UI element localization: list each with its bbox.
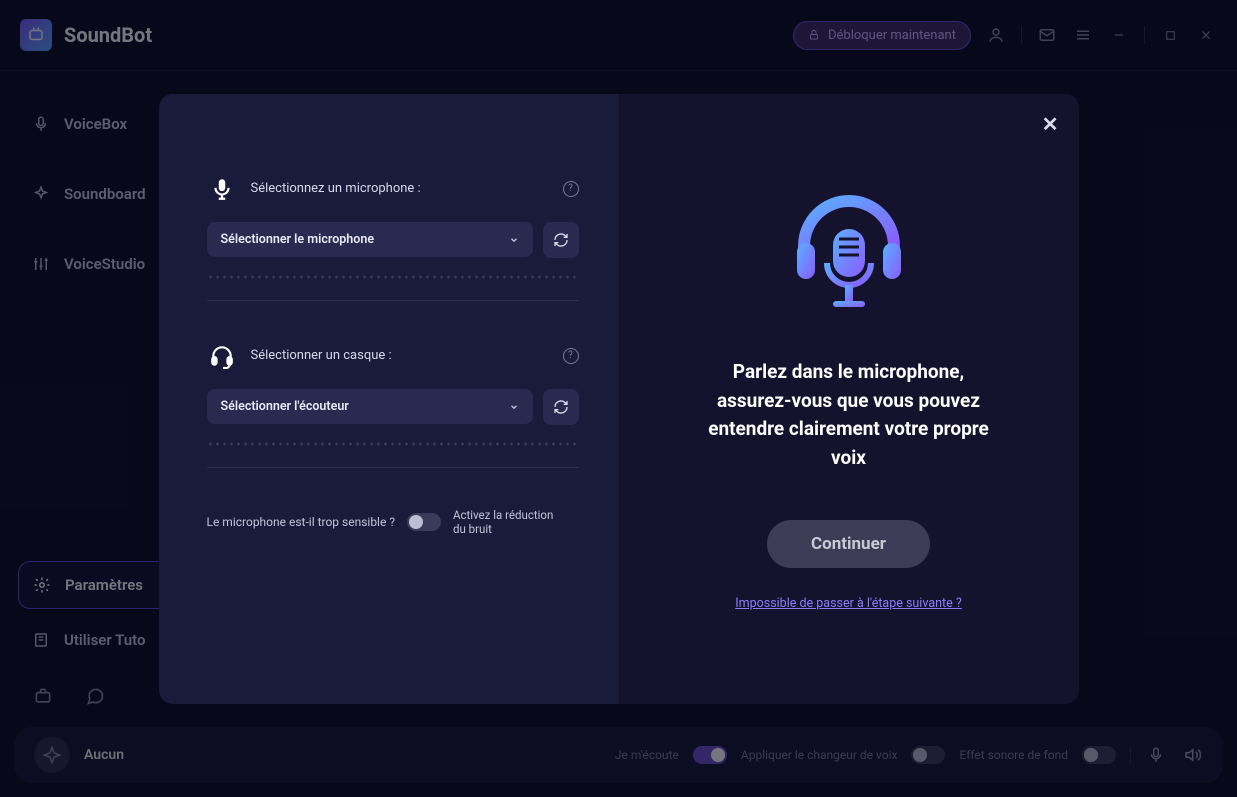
modal-right-pane: Parlez dans le microphone, assurez-vous …	[619, 94, 1079, 704]
sensitivity-question: Le microphone est-il trop sensible ?	[207, 515, 395, 529]
microphone-level-meter	[207, 274, 579, 280]
sensitivity-row: Le microphone est-il trop sensible ? Act…	[207, 508, 579, 538]
continue-button[interactable]: Continuer	[767, 520, 930, 568]
microphone-select[interactable]: Sélectionner le microphone	[207, 222, 533, 257]
close-button[interactable]: ✕	[1042, 112, 1059, 136]
headset-icon	[207, 341, 237, 371]
noise-reduction-toggle[interactable]	[407, 513, 441, 531]
microphone-select-value: Sélectionner le microphone	[221, 232, 375, 247]
help-icon[interactable]: ?	[563, 181, 579, 197]
chevron-down-icon	[509, 235, 519, 245]
refresh-headset-button[interactable]	[543, 389, 579, 425]
headset-section-label: Sélectionner un casque :	[251, 348, 392, 363]
skip-link[interactable]: Impossible de passer à l'étape suivante …	[735, 596, 962, 611]
microphone-icon	[207, 174, 237, 204]
chevron-down-icon	[509, 402, 519, 412]
modal-overlay: ✕ Sélectionnez un microphone : ? Sélecti…	[0, 0, 1237, 797]
setup-modal: ✕ Sélectionnez un microphone : ? Sélecti…	[159, 94, 1079, 704]
headset-select-value: Sélectionner l'écouteur	[221, 399, 349, 414]
noise-reduction-label: Activez la réduction du bruit	[453, 508, 563, 538]
microphone-section: Sélectionnez un microphone : ? Sélection…	[207, 174, 579, 301]
modal-left-pane: Sélectionnez un microphone : ? Sélection…	[159, 94, 619, 704]
separator	[207, 467, 579, 468]
instruction-text: Parlez dans le microphone, assurez-vous …	[699, 358, 999, 472]
refresh-microphone-button[interactable]	[543, 222, 579, 258]
help-icon[interactable]: ?	[563, 348, 579, 364]
continue-label: Continuer	[811, 534, 886, 554]
microphone-illustration	[774, 186, 924, 336]
separator	[207, 300, 579, 301]
headset-level-meter	[207, 441, 579, 447]
headset-select[interactable]: Sélectionner l'écouteur	[207, 389, 533, 424]
headset-section: Sélectionner un casque : ? Sélectionner …	[207, 341, 579, 468]
microphone-section-label: Sélectionnez un microphone :	[251, 181, 421, 196]
